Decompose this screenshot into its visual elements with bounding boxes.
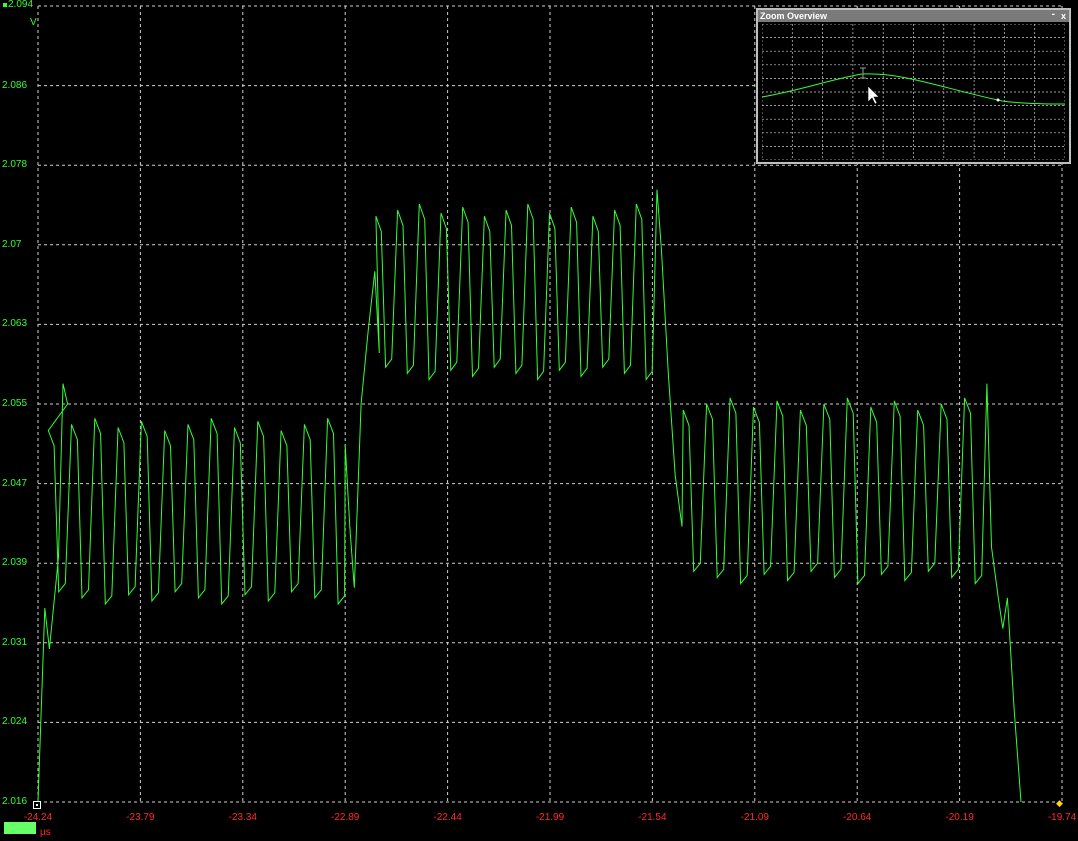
- x-tick-label: -22.89: [331, 812, 360, 823]
- y-axis-unit: V: [30, 17, 37, 28]
- y-tick-label: 2.031: [2, 636, 28, 648]
- x-tick-label: -21.54: [638, 812, 667, 823]
- zoom-overview-titlebar[interactable]: Zoom Overview - x: [758, 10, 1069, 22]
- zoom-grid-lines: [762, 24, 1065, 160]
- x-tick-label: -20.64: [843, 812, 872, 823]
- y-tick-label: 2.086: [2, 79, 28, 91]
- y-tick-label: 2.078: [2, 159, 28, 171]
- zoom-overview-panel[interactable]: Zoom Overview - x: [756, 8, 1071, 164]
- mouse-pointer-icon: [867, 85, 880, 105]
- x-tick-label: -19.74: [1047, 812, 1077, 823]
- y-tick-label: 2.047: [2, 477, 28, 489]
- y-tick-label: 2.024: [2, 716, 28, 728]
- x-tick-label: -21.99: [535, 812, 565, 823]
- x-tick-label: -20.19: [945, 812, 974, 823]
- y-tick-label: 2.094: [8, 0, 34, 10]
- zoom-overview-title: Zoom Overview: [760, 11, 828, 21]
- signal-trace: [37, 189, 1022, 803]
- x-tick-label: -23.34: [228, 812, 257, 823]
- y-max-marker: [3, 3, 7, 7]
- x-tick-label: -23.79: [126, 812, 155, 823]
- scale-indicator[interactable]: [4, 822, 36, 834]
- minimize-icon[interactable]: -: [1052, 10, 1055, 20]
- y-tick-label: 2.063: [2, 318, 28, 330]
- x-tick-label: -21.09: [740, 812, 769, 823]
- zoom-overview-plot[interactable]: [762, 24, 1065, 160]
- zoom-end-marker: [996, 98, 1000, 102]
- x-tick-label: -22.44: [433, 812, 462, 823]
- trigger-marker-icon[interactable]: ◆: [1056, 798, 1063, 809]
- origin-marker[interactable]: [33, 801, 41, 809]
- zoom-cursor-icon[interactable]: [860, 67, 866, 79]
- y-tick-label: 2.07: [2, 238, 22, 250]
- y-tick-label: 2.055: [2, 398, 28, 409]
- y-tick-label: 2.016: [2, 796, 28, 807]
- close-icon[interactable]: x: [1061, 10, 1066, 22]
- x-axis-unit: µs: [40, 827, 51, 838]
- y-tick-label: 2.039: [2, 557, 28, 569]
